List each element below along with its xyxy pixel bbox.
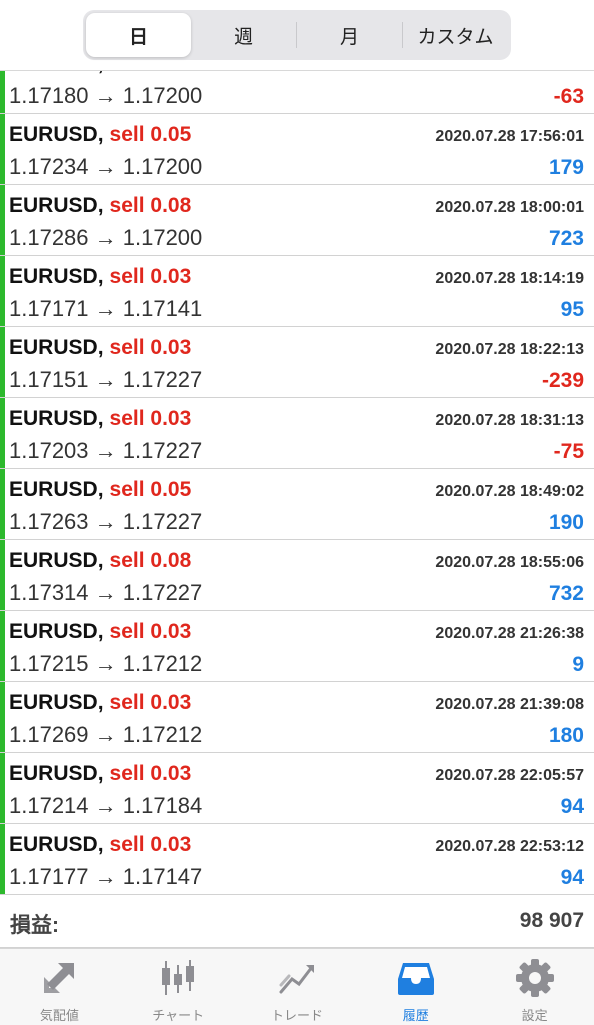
trade-side: sell 0.03	[109, 833, 192, 856]
trade-profit: 179	[548, 156, 584, 179]
trade-row[interactable]: EURUSD, sell 0.03 2020.07.28 21:39:08 1.…	[0, 682, 594, 753]
segment-day[interactable]: 日	[86, 13, 191, 57]
tab-quotes[interactable]: 気配値	[0, 949, 119, 1025]
tab-chart[interactable]: チャート	[119, 949, 238, 1025]
trade-row[interactable]: EURUSD, sell 0.03 2020.07.28 18:14:19 1.…	[0, 256, 594, 327]
trade-profit: 94	[560, 866, 584, 889]
trade-side: sell 0.03	[109, 762, 192, 785]
trade-prices: 1.17215 → 1.17212	[9, 651, 203, 676]
trade-profit: 732	[548, 582, 584, 605]
trade-symbol: EURUSD	[9, 123, 98, 146]
trade-time: 2020.07.28 18:49:02	[435, 483, 584, 500]
trade-profit: 94	[560, 795, 584, 818]
bottom-tab-bar: 気配値 チャート トレード 履歴 設定	[0, 948, 594, 1025]
trade-symbol: EURUSD	[9, 620, 98, 643]
trade-row[interactable]: EURUSD, sell 0.03 2020.07.28 22:05:57 1.…	[0, 753, 594, 824]
trade-symbol: EURUSD	[9, 478, 98, 501]
trade-side: sell 0.08	[109, 549, 192, 572]
trade-symbol: EURUSD	[9, 549, 98, 572]
trade-side: sell 0.05	[109, 478, 192, 501]
trade-line-icon	[279, 965, 314, 994]
trade-prices: 1.17177 → 1.17147	[9, 864, 203, 889]
trade-symbol: EURUSD	[9, 691, 98, 714]
tab-trade-label: トレード	[270, 1008, 323, 1023]
period-header: 日 週 月 カスタム	[0, 0, 594, 71]
trade-prices: 1.17171 → 1.17141	[9, 296, 203, 321]
trade-prices: 1.17269 → 1.17212	[9, 722, 203, 747]
trade-symbol: EURUSD	[9, 336, 98, 359]
trade-prices: 1.17203 → 1.17227	[9, 438, 203, 463]
trade-time: 2020.07.28 18:55:06	[435, 554, 584, 571]
tab-history[interactable]: 履歴	[356, 949, 475, 1025]
trade-time: 2020.07.28 18:22:13	[435, 341, 584, 358]
trade-side: sell 0.03	[109, 620, 192, 643]
trade-time: 2020.07.28 17:56:01	[435, 128, 584, 145]
trade-time: 2020.07.28 18:00:01	[435, 199, 584, 216]
gear-icon	[515, 959, 554, 997]
trade-time: 2020.07.28 22:05:57	[435, 767, 584, 784]
tab-chart-label: チャート	[152, 1008, 205, 1023]
trade-row[interactable]: EURUSD, sell 0.03 2020.07.28 18:31:13 1.…	[0, 398, 594, 469]
trade-symbol: EURUSD	[9, 194, 98, 217]
trade-time: 2020.07.28 18:31:13	[435, 412, 584, 429]
trade-row[interactable]: EURUSD, sell 0.03 2020.07.28 21:26:38 1.…	[0, 611, 594, 682]
trade-side: sell 0.03	[109, 407, 192, 430]
trade-side: sell 0.08	[109, 194, 192, 217]
trade-profit: 723	[548, 227, 584, 250]
trade-history-list[interactable]: EURUSD, sell 0.05 1.17180 → 1.17200 -63 …	[0, 43, 594, 895]
trade-prices: 1.17263 → 1.17227	[9, 509, 203, 534]
trade-symbol: EURUSD	[9, 762, 98, 785]
trade-time: 2020.07.28 22:53:12	[435, 838, 584, 855]
trade-side: sell 0.03	[109, 691, 192, 714]
trade-side: sell 0.05	[109, 123, 192, 146]
trade-time: 2020.07.28 18:14:19	[435, 270, 584, 287]
tab-settings-label: 設定	[521, 1008, 548, 1023]
trade-time: 2020.07.28 21:26:38	[435, 625, 584, 642]
trade-prices: 1.17314 → 1.17227	[9, 580, 203, 605]
trade-prices: 1.17234 → 1.17200	[9, 154, 203, 179]
trade-row[interactable]: EURUSD, sell 0.08 2020.07.28 18:55:06 1.…	[0, 540, 594, 611]
total-profit-row: 損益: 98 907	[0, 897, 594, 948]
trade-row[interactable]: EURUSD, sell 0.08 2020.07.28 18:00:01 1.…	[0, 185, 594, 256]
total-profit-label: 損益:	[10, 914, 59, 937]
trade-time: 2020.07.28 21:39:08	[435, 696, 584, 713]
period-segmented-control: 日 週 月 カスタム	[83, 10, 511, 60]
tab-settings[interactable]: 設定	[475, 949, 594, 1025]
quotes-arrows-icon	[44, 963, 75, 993]
history-inbox-icon	[397, 963, 434, 995]
segment-week[interactable]: 週	[191, 13, 296, 57]
trade-side: sell 0.03	[109, 336, 192, 359]
trade-profit: 9	[572, 653, 584, 676]
total-profit-value: 98 907	[519, 909, 584, 932]
trade-profit: -239	[541, 369, 584, 392]
candlestick-chart-icon	[162, 960, 195, 995]
segment-month[interactable]: 月	[297, 13, 402, 57]
trade-prices: 1.17214 → 1.17184	[9, 793, 203, 818]
trade-symbol: EURUSD	[9, 833, 98, 856]
trade-row[interactable]: EURUSD, sell 0.05 2020.07.28 18:49:02 1.…	[0, 469, 594, 540]
trade-profit: 190	[548, 511, 584, 534]
tab-trade[interactable]: トレード	[238, 949, 357, 1025]
tab-history-label: 履歴	[402, 1008, 429, 1023]
trade-symbol: EURUSD	[9, 407, 98, 430]
trade-row[interactable]: EURUSD, sell 0.05 2020.07.28 17:56:01 1.…	[0, 114, 594, 185]
tab-quotes-label: 気配値	[39, 1008, 79, 1023]
trade-profit: -63	[553, 85, 584, 108]
trade-prices: 1.17151 → 1.17227	[9, 367, 203, 392]
trade-profit: -75	[553, 440, 584, 463]
trade-side: sell 0.03	[109, 265, 192, 288]
trade-row[interactable]: EURUSD, sell 0.03 2020.07.28 18:22:13 1.…	[0, 327, 594, 398]
trade-profit: 95	[560, 298, 584, 321]
segment-custom[interactable]: カスタム	[403, 13, 508, 57]
trade-symbol: EURUSD	[9, 265, 98, 288]
trade-profit: 180	[548, 724, 584, 747]
trade-row[interactable]: EURUSD, sell 0.03 2020.07.28 22:53:12 1.…	[0, 824, 594, 895]
trade-prices: 1.17180 → 1.17200	[9, 83, 203, 108]
trade-prices: 1.17286 → 1.17200	[9, 225, 203, 250]
